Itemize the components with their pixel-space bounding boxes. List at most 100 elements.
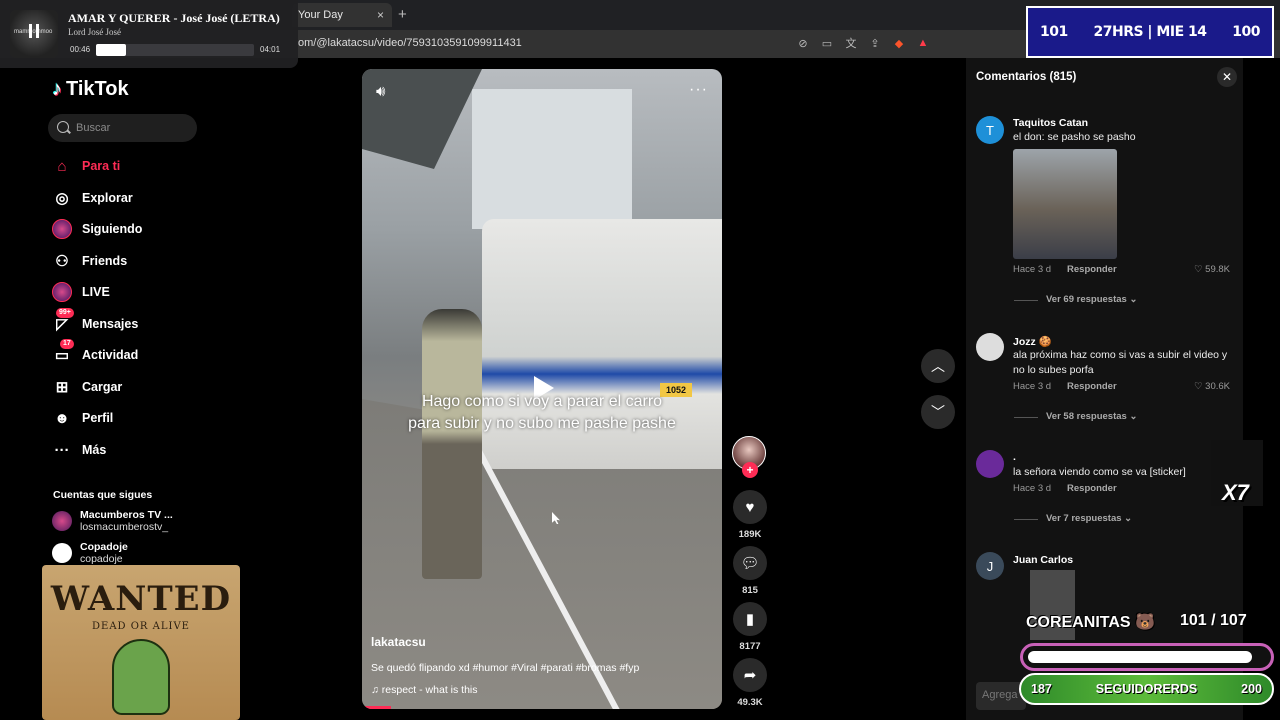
nav-friends[interactable]: ⚇ Friends xyxy=(52,249,127,273)
comment-button[interactable]: 💬︎ xyxy=(733,546,767,580)
comment-author[interactable]: . xyxy=(1013,451,1016,463)
video-caption: Hago como si voy a parar el carro para s… xyxy=(362,391,722,435)
search-input[interactable]: Buscar xyxy=(48,114,197,142)
avatar[interactable] xyxy=(976,450,1004,478)
nav-label: Para ti xyxy=(82,159,121,173)
follow-plus-icon[interactable]: + xyxy=(742,462,758,478)
like-button[interactable]: ♥ xyxy=(733,490,767,524)
profile-icon: ☻ xyxy=(54,409,70,427)
account-name: Macumberos TV ... xyxy=(80,509,173,521)
account-username: copadoje xyxy=(80,553,123,565)
browser-tab[interactable]: Your Day × xyxy=(292,3,392,27)
reply-button[interactable]: Responder xyxy=(1067,381,1117,392)
view-replies-button[interactable]: Ver 58 respuestas ⌄ xyxy=(1014,411,1137,422)
video-progress-bar[interactable] xyxy=(362,706,391,709)
save-button[interactable]: ▮ xyxy=(733,602,767,636)
avatar[interactable] xyxy=(976,333,1004,361)
volume-icon[interactable]: 🔊︎ xyxy=(376,83,385,100)
nav-mas[interactable]: ··· Más xyxy=(52,438,107,462)
share-icon[interactable]: ⇪ xyxy=(868,36,882,50)
comment-like-count[interactable]: ♡ 30.6K xyxy=(1194,381,1230,392)
video-player[interactable]: 1052 🔊︎ ··· Hago como si voy a parar el … xyxy=(362,69,722,709)
search-icon xyxy=(57,121,69,133)
song-title: AMAR Y QUERER - José José (LETRA) xyxy=(68,11,280,25)
view-replies-button[interactable]: Ver 69 respuestas ⌄ xyxy=(1014,294,1137,305)
activity-icon: ▭ 17 xyxy=(52,339,74,365)
close-icon[interactable]: ✕ xyxy=(1217,67,1237,87)
chevron-up-icon: ︿ xyxy=(931,358,945,374)
goal2-bar: 187 SEGUIDORERDS 200 xyxy=(1019,673,1274,705)
tab-close-icon[interactable]: × xyxy=(377,3,384,27)
save-count: 8177 xyxy=(739,641,761,652)
wanted-poster-overlay: WANTED DEAD OR ALIVE xyxy=(42,565,240,720)
comment-text: ala próxima haz como si vas a subir el v… xyxy=(1013,349,1228,376)
comment-author[interactable]: Taquitos Catan xyxy=(1013,117,1088,129)
share-button[interactable]: ➦ xyxy=(733,658,767,692)
like-count: 189K xyxy=(738,529,762,540)
comment-time: Hace 3 d xyxy=(1013,483,1052,494)
video-author[interactable]: lakatacsu xyxy=(371,635,426,649)
live-icon xyxy=(52,282,72,302)
tiktok-logo[interactable]: ♪ TikTok xyxy=(52,78,129,101)
new-tab-button[interactable]: + xyxy=(398,6,407,23)
following-account[interactable]: Macumberos TV ... losmacumberostv_ xyxy=(52,509,173,533)
comment-author[interactable]: Juan Carlos xyxy=(1013,554,1073,566)
pause-icon[interactable] xyxy=(29,24,39,38)
comment-image[interactable] xyxy=(1013,149,1117,259)
rewards-icon[interactable]: ▲ xyxy=(916,36,930,50)
reply-button[interactable]: Responder xyxy=(1067,483,1117,494)
following-account[interactable]: Copadoje copadoje xyxy=(52,541,128,565)
time-total: 04:01 xyxy=(260,45,281,54)
goal2-left: 187 xyxy=(1031,682,1052,696)
nav-actividad[interactable]: ▭ 17 Actividad xyxy=(52,339,139,367)
multiplier-label: X7 xyxy=(1222,480,1249,505)
tiktok-note-icon: ♪ xyxy=(52,78,62,100)
stream-counter-center: 27HRS | MIE 14 xyxy=(1093,24,1207,40)
translate-icon[interactable]: 文 xyxy=(844,36,858,50)
nav-label: Perfil xyxy=(82,411,114,425)
caption-line: para subir y no subo me pashe pashe xyxy=(408,415,676,432)
no-camera-icon[interactable]: ⊘ xyxy=(796,36,810,50)
comment-like-count[interactable]: ♡ 59.8K xyxy=(1194,264,1230,275)
nav-label: Explorar xyxy=(82,191,133,205)
comment-author[interactable]: Jozz 🍪 xyxy=(1013,335,1052,348)
cast-icon[interactable]: ▭ xyxy=(820,36,834,50)
avatar[interactable]: J xyxy=(976,552,1004,580)
nav-label: LIVE xyxy=(82,285,110,299)
video-sound[interactable]: ♫ respect - what is this xyxy=(371,684,478,696)
brave-shield-icon[interactable]: ◆ xyxy=(892,36,906,50)
nav-label: Siguiendo xyxy=(82,222,143,236)
share-count: 49.3K xyxy=(737,697,763,708)
goal1-label: COREANITAS 🐻 xyxy=(1026,614,1155,631)
reply-button[interactable]: Responder xyxy=(1067,264,1117,275)
heart-icon: ♥ xyxy=(745,498,755,516)
friends-icon: ⚇ xyxy=(55,253,69,270)
url-field[interactable]: om/@lakatacsu/video/7593103591099911431 xyxy=(298,37,522,49)
previous-video-button[interactable]: ︿ xyxy=(921,349,955,383)
nav-cargar[interactable]: ⊞ Cargar xyxy=(52,375,123,399)
nav-label: Mensajes xyxy=(82,317,139,331)
following-icon xyxy=(52,219,72,239)
next-video-button[interactable]: ﹀ xyxy=(921,395,955,429)
avatar[interactable]: T xyxy=(976,116,1004,144)
nav-label: Friends xyxy=(82,254,128,268)
search-placeholder: Buscar xyxy=(76,122,111,134)
nav-para-ti[interactable]: ⌂ Para ti xyxy=(52,154,120,178)
more-options-icon[interactable]: ··· xyxy=(689,81,708,99)
nav-perfil[interactable]: ☻ Perfil xyxy=(52,406,113,430)
share-arrow-icon: ➦ xyxy=(743,667,757,684)
account-username: losmacumberostv_ xyxy=(80,521,169,533)
comment-meta: Hace 3 d Responder xyxy=(1013,381,1117,392)
goal1-progress-bar xyxy=(1020,643,1274,671)
nav-mensajes[interactable]: ◸ 99+ Mensajes xyxy=(52,308,139,336)
view-replies-button[interactable]: Ver 7 respuestas ⌄ xyxy=(1014,513,1132,524)
nav-siguiendo[interactable]: Siguiendo xyxy=(52,217,142,241)
nav-live[interactable]: LIVE xyxy=(52,280,110,304)
stream-counter-bar: 101 27HRS | MIE 14 100 xyxy=(1026,6,1274,58)
time-current: 00:46 xyxy=(70,45,91,54)
nav-label: Actividad xyxy=(82,348,139,362)
tab-title: Your Day xyxy=(298,9,343,21)
song-progress-bar[interactable] xyxy=(96,44,254,56)
nav-explorar[interactable]: ◎ Explorar xyxy=(52,186,133,210)
chevron-down-icon: ﹀ xyxy=(931,404,945,420)
